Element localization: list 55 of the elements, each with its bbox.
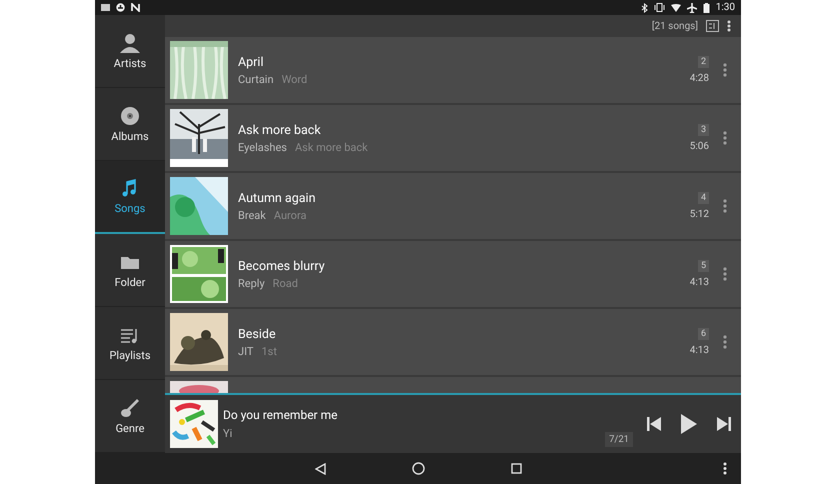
song-title: April [238, 54, 264, 70]
song-row[interactable]: Autumn again Break Aurora 4 5:12 [165, 173, 741, 241]
track-number: 4 [698, 192, 709, 204]
person-icon [120, 32, 140, 52]
track-number: 3 [698, 124, 709, 136]
album-name: Road [272, 276, 298, 290]
track-number: 6 [698, 328, 709, 340]
previous-icon[interactable] [647, 417, 661, 431]
recent-apps-icon[interactable] [510, 463, 522, 474]
next-icon[interactable] [717, 417, 731, 431]
bluetooth-icon [640, 2, 648, 12]
more-icon[interactable] [723, 462, 727, 475]
artist-name: Break [238, 208, 266, 222]
clock: 1:30 [716, 2, 735, 13]
song-row[interactable]: Ask more back Eyelashes Ask more back 3 5:06 [165, 105, 741, 173]
song-duration: 5:06 [690, 141, 709, 152]
back-icon[interactable] [314, 462, 326, 474]
song-duration: 5:12 [690, 209, 709, 220]
song-title: Autumn again [238, 190, 316, 206]
song-row[interactable]: Beside JIT 1st 6 4:13 [165, 309, 741, 377]
sidebar-tab[interactable]: Songs [95, 161, 165, 234]
album-name: 1st [261, 344, 277, 358]
disc-icon [120, 106, 140, 126]
artist-name: JIT [238, 344, 254, 358]
track-number: 2 [698, 56, 709, 68]
more-icon[interactable] [727, 20, 731, 32]
song-title: Beside [238, 326, 277, 342]
track-number: 5 [698, 260, 709, 272]
notification-icon [101, 3, 110, 12]
wifi-icon [670, 4, 681, 12]
song-title: Becomes blurry [238, 258, 326, 274]
song-count: [21 songs] [652, 20, 698, 32]
airplane-icon [686, 2, 697, 12]
song-title: Ask more back [238, 122, 322, 138]
song-duration: 4:13 [690, 277, 709, 288]
song-row[interactable]: April Curtain Word 2 4:28 [165, 37, 741, 105]
view-toggle-icon[interactable] [706, 20, 719, 32]
vibrate-icon [654, 3, 665, 12]
song-duration: 4:28 [690, 73, 709, 84]
artist-name: Curtain [238, 72, 274, 86]
song-title: Do you remember me [223, 408, 338, 422]
album-name: Aurora [274, 208, 306, 222]
notification-icon [116, 3, 125, 12]
album-name: Word [282, 72, 308, 86]
battery-icon [702, 2, 710, 12]
artist-name: Reply [238, 276, 265, 290]
song-row[interactable]: Becomes blurry Reply Road 5 4:13 [165, 241, 741, 309]
notification-icon [131, 3, 140, 12]
queue-position: 7/21 [605, 432, 633, 447]
album-name: Ask more back [294, 140, 368, 154]
song-duration: 4:13 [690, 345, 709, 356]
artist-name: Yi [223, 427, 234, 440]
play-icon[interactable] [681, 414, 697, 434]
home-icon[interactable] [412, 462, 424, 475]
artist-name: Eyelashes [238, 140, 287, 154]
